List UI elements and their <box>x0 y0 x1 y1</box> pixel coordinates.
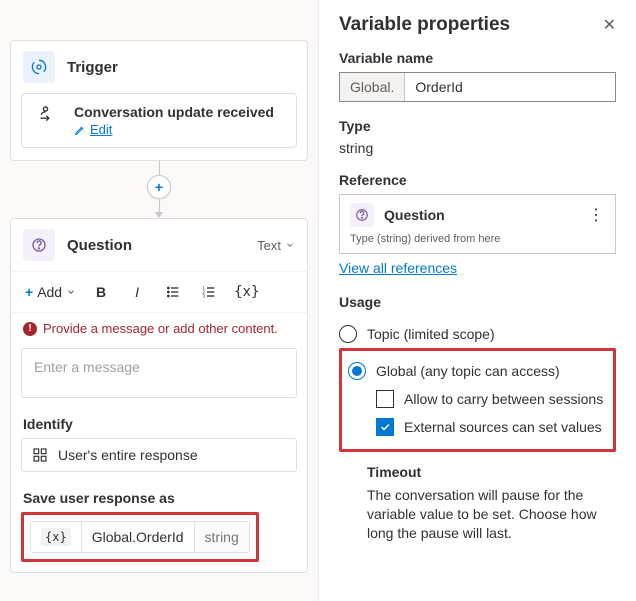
carry-sessions-checkbox[interactable]: Allow to carry between sessions <box>348 385 607 413</box>
radio-checked-icon <box>348 362 366 380</box>
identify-label: Identify <box>11 410 307 438</box>
usage-highlight: Global (any topic can access) Allow to c… <box>339 348 616 452</box>
save-variable-selector[interactable]: {x} Global.OrderId string <box>30 521 250 553</box>
reference-more-button[interactable]: ⋮ <box>588 205 605 225</box>
trigger-event-card[interactable]: Conversation update received Edit <box>21 93 297 148</box>
reference-node-name: Question <box>384 207 445 223</box>
identify-selector[interactable]: User's entire response <box>21 438 297 472</box>
type-value: string <box>339 140 616 156</box>
add-button[interactable]: + Add <box>21 278 80 306</box>
save-highlight: {x} Global.OrderId string <box>21 512 259 562</box>
editor-toolbar: + Add B I 123 {x} <box>11 272 307 313</box>
bold-button[interactable]: B <box>86 278 116 306</box>
edit-trigger-link[interactable]: Edit <box>74 122 274 137</box>
usage-topic-radio[interactable]: Topic (limited scope) <box>339 320 616 348</box>
variable-prefix: Global. <box>340 73 405 101</box>
question-icon <box>350 203 374 227</box>
panel-title: Variable properties <box>339 14 510 36</box>
trigger-title: Trigger <box>67 59 118 76</box>
timeout-description: The conversation will pause for the vari… <box>339 486 616 543</box>
italic-button[interactable]: I <box>122 278 152 306</box>
variable-properties-panel: Variable properties ✕ Variable name Glob… <box>318 0 636 601</box>
variable-name-value[interactable]: OrderId <box>405 73 615 101</box>
conversation-update-icon <box>34 104 62 124</box>
variable-name-input[interactable]: Global. OrderId <box>339 72 616 102</box>
question-node: Question Text + Add B I 123 {x} ! <box>10 218 308 573</box>
error-icon: ! <box>23 322 37 336</box>
error-message: ! Provide a message or add other content… <box>11 313 307 344</box>
timeout-label: Timeout <box>339 464 616 480</box>
variable-name-label: Variable name <box>339 50 616 66</box>
add-node-button[interactable]: + <box>147 175 171 199</box>
svg-text:3: 3 <box>202 293 205 298</box>
canvas: Trigger Conversation update received Edi… <box>0 0 318 601</box>
close-panel-button[interactable]: ✕ <box>603 15 616 35</box>
usage-label: Usage <box>339 294 616 310</box>
save-response-label: Save user response as <box>11 484 307 512</box>
reference-subtitle: Type (string) derived from here <box>350 233 605 245</box>
pencil-icon <box>74 124 86 136</box>
chevron-down-icon <box>285 240 295 250</box>
reference-label: Reference <box>339 172 616 188</box>
trigger-event-name: Conversation update received <box>74 104 274 120</box>
identify-icon <box>32 447 48 463</box>
chevron-down-icon <box>66 287 76 297</box>
checkbox-checked-icon <box>376 418 394 436</box>
external-set-checkbox[interactable]: External sources can set values <box>348 413 607 441</box>
bulleted-list-button[interactable] <box>158 278 188 306</box>
variable-icon: {x} <box>41 528 71 546</box>
usage-global-radio[interactable]: Global (any topic can access) <box>348 357 607 385</box>
question-title: Question <box>67 237 132 254</box>
variable-type-chip: string <box>195 522 249 552</box>
view-all-references-link[interactable]: View all references <box>339 260 457 276</box>
question-output-type[interactable]: Text <box>257 238 295 253</box>
variable-button[interactable]: {x} <box>230 278 263 306</box>
reference-box[interactable]: Question ⋮ Type (string) derived from he… <box>339 194 616 254</box>
message-input[interactable]: Enter a message <box>21 348 297 398</box>
type-label: Type <box>339 118 616 134</box>
question-icon <box>23 229 55 261</box>
trigger-icon <box>23 51 55 83</box>
variable-name-chip: Global.OrderId <box>82 522 195 552</box>
radio-unchecked-icon <box>339 325 357 343</box>
trigger-node: Trigger Conversation update received Edi… <box>10 40 308 161</box>
numbered-list-button[interactable]: 123 <box>194 278 224 306</box>
connector: + <box>0 161 318 218</box>
checkbox-unchecked-icon <box>376 390 394 408</box>
